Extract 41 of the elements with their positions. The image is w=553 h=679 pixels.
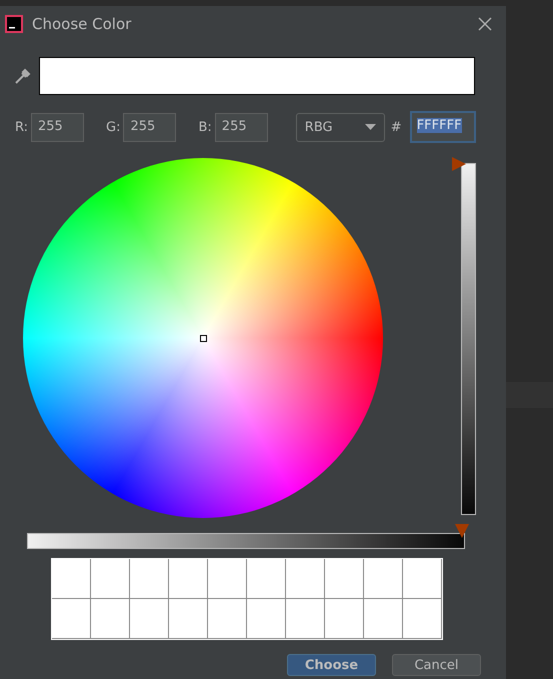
color-swatch[interactable] [325,559,364,599]
color-swatch[interactable] [91,559,130,599]
channel-label: B: [198,120,212,134]
channel-field[interactable]: 255 [31,112,84,142]
channel-label: G: [106,120,120,134]
color-swatch[interactable] [169,559,208,599]
color-swatch[interactable] [364,599,403,639]
choose-button[interactable]: Choose [287,654,376,676]
color-swatch[interactable] [208,599,247,639]
color-swatch[interactable] [325,599,364,639]
slider-thumb[interactable] [452,157,466,171]
color-swatch[interactable] [247,599,286,639]
color-swatch[interactable] [91,599,130,639]
close-button[interactable] [476,15,494,33]
wheel-marker[interactable] [200,335,207,342]
eyedropper-icon[interactable] [14,68,31,84]
channel-field[interactable]: 255 [123,112,176,142]
brightness-slider[interactable] [452,157,476,515]
color-swatch[interactable] [169,599,208,639]
channel-label: R: [15,120,28,134]
app-logo-icon [4,14,24,34]
window-title: Choose Color [32,15,132,33]
color-swatch[interactable] [403,599,442,639]
color-swatch[interactable] [286,559,325,599]
cancel-button[interactable]: Cancel [392,654,481,676]
color-swatch[interactable] [52,599,91,639]
color-swatch[interactable] [130,559,169,599]
color-swatch[interactable] [247,559,286,599]
mode-dropdown[interactable]: RBG [296,112,385,142]
opacity-slider[interactable] [27,524,471,549]
slider-thumb[interactable] [455,524,469,538]
hex-field[interactable]: FFFFFF [410,111,476,143]
color-swatch[interactable] [130,599,169,639]
color-swatch[interactable] [52,559,91,599]
color-swatch[interactable] [208,559,247,599]
caret-icon [364,124,376,130]
color-swatch[interactable] [403,559,442,599]
color-swatch[interactable] [286,599,325,639]
hash-label: # [390,120,402,134]
channel-field[interactable]: 255 [214,112,268,142]
color-swatch[interactable] [364,559,403,599]
